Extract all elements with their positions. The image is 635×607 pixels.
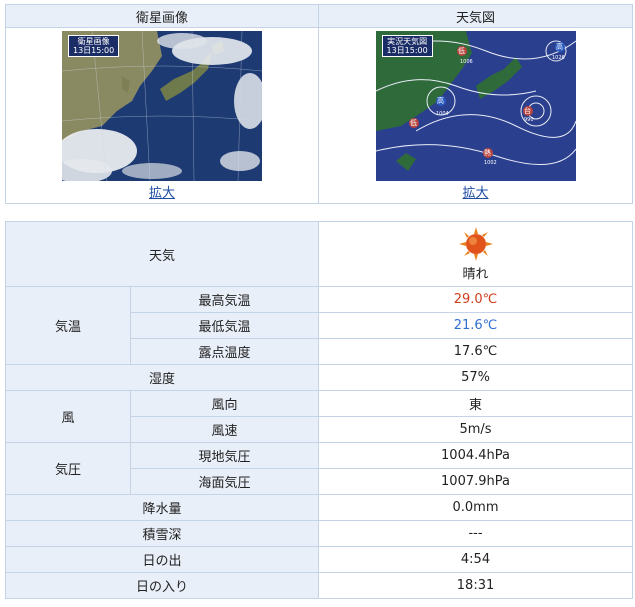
sea-pressure-label: 海面気圧 [129,468,320,495]
satellite-cell: 衛星画像 13日15:00 拡大 [5,27,319,204]
sunny-icon [458,226,493,261]
humidity-value: 57% [318,364,634,391]
svg-text:低: 低 [458,46,465,55]
maps-table: 衛星画像 天気図 衛星画像 13日15:00 拡大 低 低 高 高 台 熱 10… [5,4,633,204]
svg-text:1002: 1002 [484,160,497,166]
svg-text:高: 高 [556,42,563,51]
weather-chart-header: 天気図 [318,4,633,28]
wind-speed-value: 5m/s [318,416,634,443]
max-temp-label: 最高気温 [129,286,320,313]
svg-text:高: 高 [437,96,444,105]
min-temp-value: 21.6℃ [318,312,634,339]
weather-condition: 晴れ [462,266,489,282]
weather-value-cell: 晴れ [318,221,634,287]
dew-point-value: 17.6℃ [318,338,634,365]
sea-pressure-value: 1007.9hPa [318,468,634,495]
svg-text:990: 990 [524,117,534,123]
wind-direction-label: 風向 [129,390,320,417]
weather-chart-image[interactable]: 低 低 高 高 台 熱 1004 1006 1002 990 1026 実況天気… [375,30,576,181]
satellite-zoom-link[interactable]: 拡大 [149,182,175,201]
svg-text:熱: 熱 [484,148,491,157]
svg-text:低: 低 [410,118,417,127]
sunset-label: 日の入り [4,572,320,599]
weather-label: 天気 [4,221,320,287]
station-pressure-label: 現地気圧 [129,442,320,469]
pressure-group-label: 気圧 [5,442,131,495]
temperature-group-label: 気温 [5,286,131,365]
sunset-value: 18:31 [318,572,634,599]
svg-text:台: 台 [524,106,531,115]
weather-chart-image-label: 実況天気図 13日15:00 [381,34,433,57]
weather-chart-cell: 低 低 高 高 台 熱 1004 1006 1002 990 1026 実況天気… [318,27,633,204]
wind-group-label: 風 [5,390,131,443]
svg-text:1004: 1004 [436,111,449,117]
svg-text:1006: 1006 [460,59,473,65]
satellite-image-label: 衛星画像 13日15:00 [68,34,120,57]
snow-depth-value: --- [318,520,634,547]
max-temp-value: 29.0℃ [318,286,634,313]
weather-chart-zoom-link[interactable]: 拡大 [462,182,488,201]
snow-depth-label: 積雪深 [4,520,320,547]
precipitation-label: 降水量 [4,494,320,521]
humidity-label: 湿度 [4,364,320,391]
station-pressure-value: 1004.4hPa [318,442,634,469]
sunrise-value: 4:54 [318,546,634,573]
satellite-image[interactable]: 衛星画像 13日15:00 [62,30,262,181]
precipitation-value: 0.0mm [318,494,634,521]
weather-row: 天気 晴れ [4,221,634,287]
wind-speed-label: 風速 [129,416,320,443]
svg-text:1026: 1026 [552,55,565,61]
satellite-header: 衛星画像 [5,4,319,28]
weather-table: 天気 晴れ 気温 最高気温 29.0℃ 最低気温 21.6℃ 露点温度 17.6… [4,221,634,599]
sunrise-label: 日の出 [4,546,320,573]
wind-direction-value: 東 [318,390,634,417]
dew-point-label: 露点温度 [129,338,320,365]
min-temp-label: 最低気温 [129,312,320,339]
